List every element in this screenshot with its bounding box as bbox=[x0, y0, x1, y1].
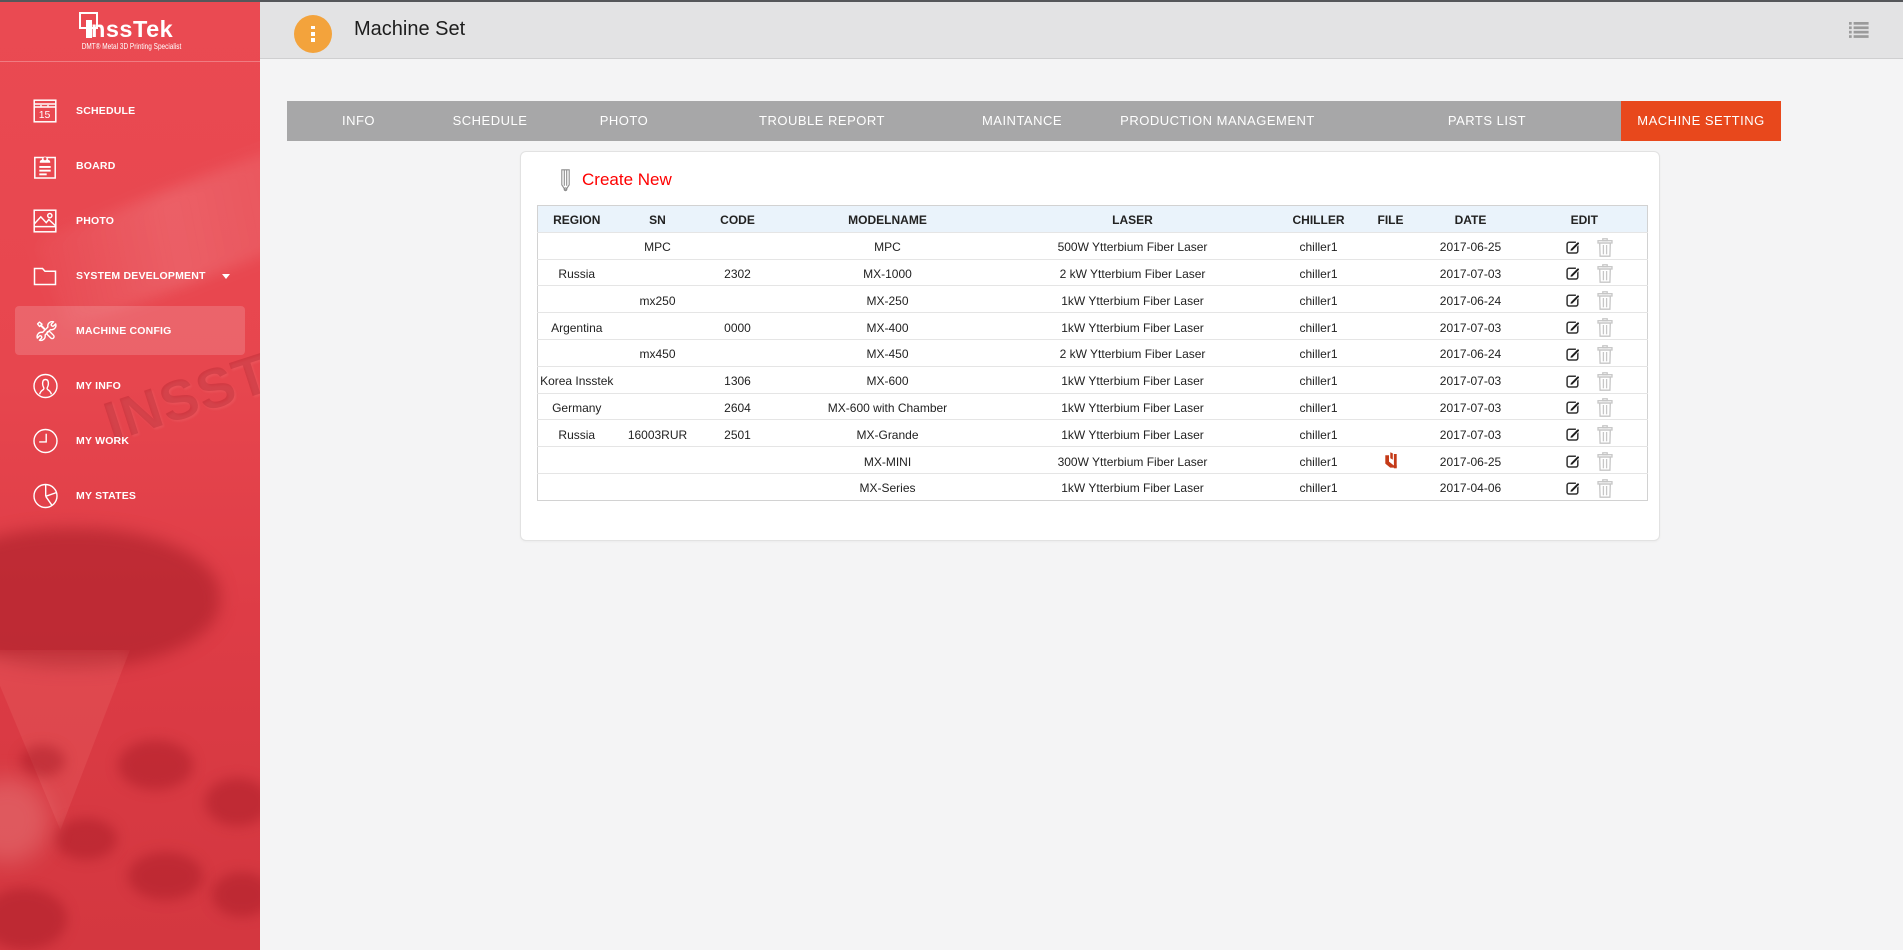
svg-text:15: 15 bbox=[39, 109, 51, 121]
